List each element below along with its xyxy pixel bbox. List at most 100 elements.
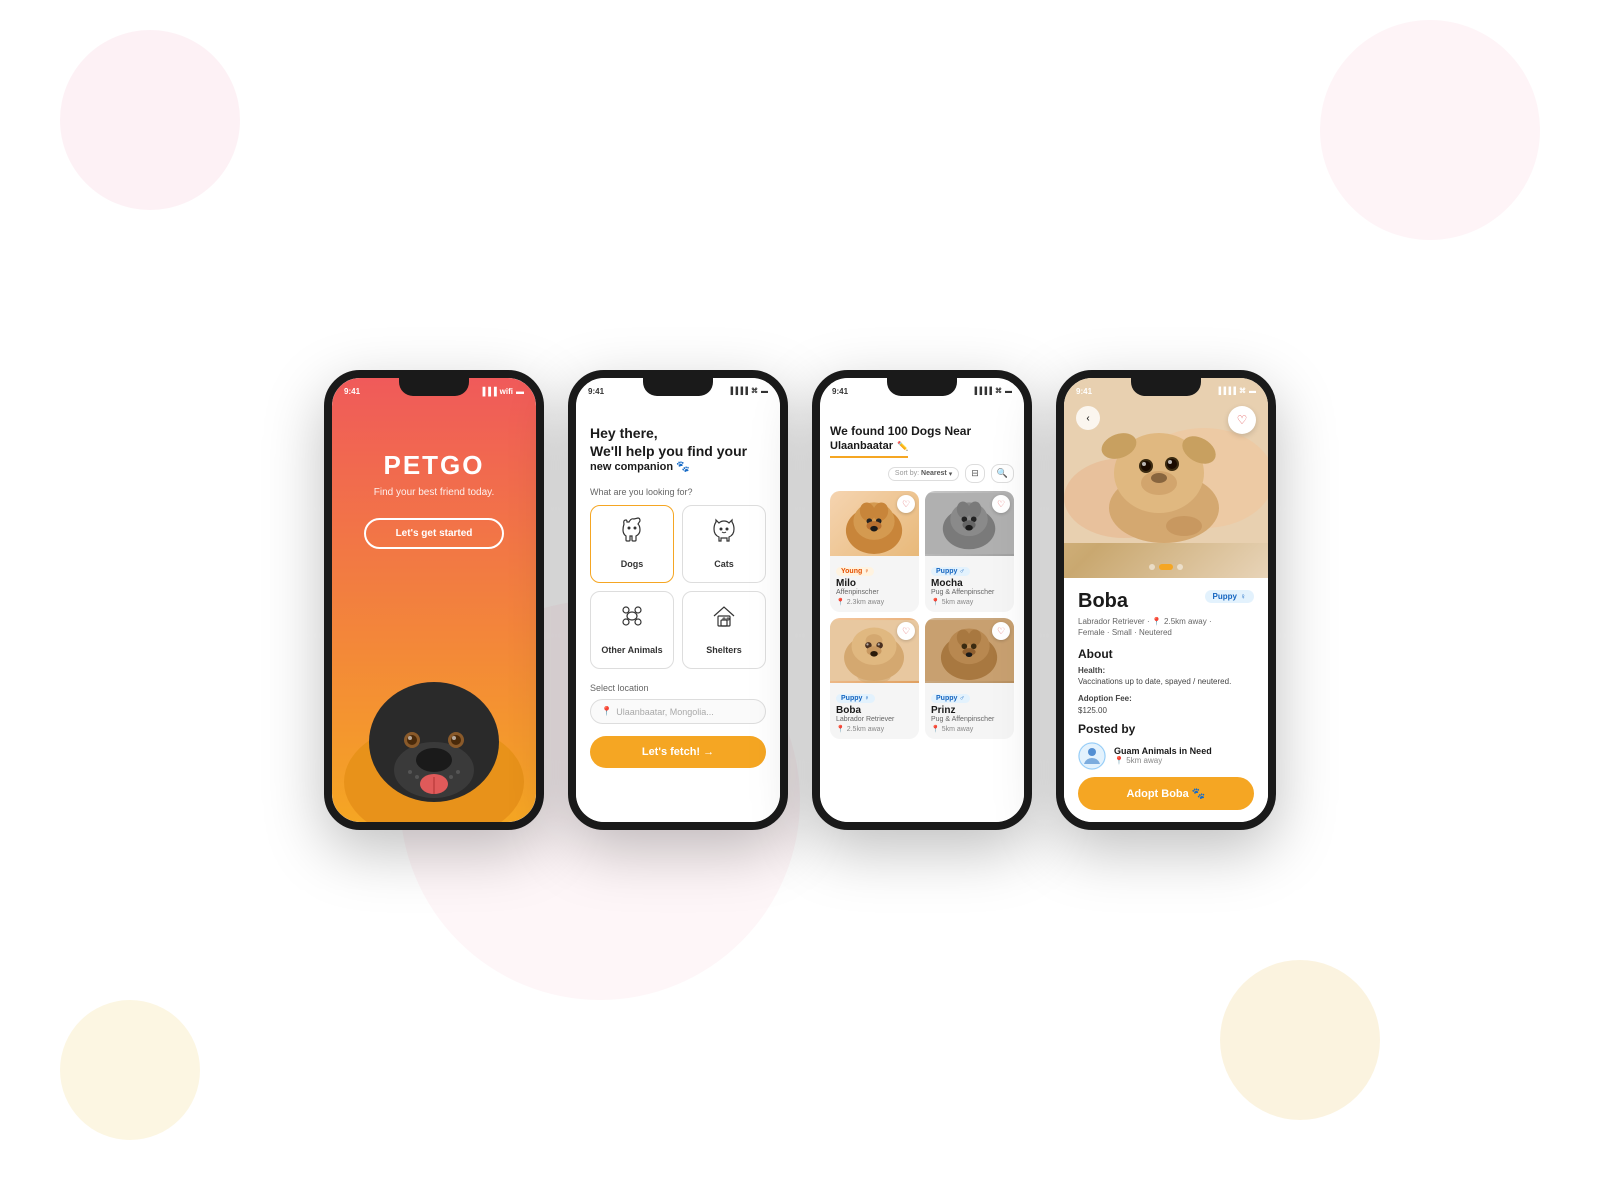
phone-listings: 9:41 ▐▐▐▐ ⌘ ▬ We found 100 Dogs Near Ula… [812,370,1032,830]
adopt-button[interactable]: Adopt Boba 🐾 [1078,777,1254,810]
bg-circle-5 [60,1000,200,1140]
notch-3 [887,378,957,396]
dogs-icon [599,516,665,550]
battery-icon-2: ▬ [761,388,768,395]
dot-2 [1159,564,1173,570]
health-info: Health: Vaccinations up to date, spayed … [1078,665,1254,687]
shelter-avatar [1078,742,1106,770]
search-headline-1: Hey there, [590,424,766,442]
pet-breed-boba: Labrador Retriever [836,716,913,723]
pet-detail-meta1: Labrador Retriever · 📍 2.5km away · [1078,617,1254,626]
pet-info-prinz: Puppy ♂ Prinz Pug & Affenpinscher 📍 5km … [925,683,1014,739]
location-label: Select location [590,683,766,693]
pet-detail-name: Boba [1078,590,1128,613]
pet-card-prinz[interactable]: ♡ Puppy ♂ Prinz Pug & Affenpinscher 📍 5k… [925,618,1014,739]
battery-icon-1: ▬ [516,387,524,396]
pet-dist-milo: 📍 2.3km away [836,598,913,606]
pet-detail-badge: Puppy ♀ [1205,590,1254,603]
edit-icon[interactable]: ✏️ [897,441,908,452]
bg-circle-1 [60,30,240,210]
notch-1 [399,378,469,396]
wifi-icon-3: ⌘ [995,387,1002,395]
pin-icon-boba: 📍 [836,725,845,733]
listings-content: We found 100 Dogs Near Ulaanbaatar ✏️ So… [820,400,1024,747]
pin-icon-detail: 📍 [1152,617,1162,626]
search-headline-2: We'll help you find your [590,442,766,460]
shelter-name: Guam Animals in Need [1114,746,1212,756]
cats-icon [691,516,757,550]
badge-boba: Puppy ♀ [836,694,875,703]
shelters-label: Shelters [706,645,742,655]
status-icons-1: ▐▐▐ wifi ▬ [480,387,524,396]
pin-icon-shelter: 📍 [1114,756,1124,765]
pet-card-mocha[interactable]: ♡ Puppy ♂ Mocha Pug & Affenpinscher 📍 5k… [925,491,1014,612]
heart-boba[interactable]: ♡ [897,622,915,640]
location-input[interactable]: 📍 Ulaanbaatar, Mongolia... [590,699,766,724]
wifi-icon-1: wifi [500,387,513,396]
search-question: What are you looking for? [590,487,766,497]
dog-silhouette [332,622,536,822]
dot-1 [1149,564,1155,570]
about-title: About [1078,647,1254,661]
listings-headline: We found 100 Dogs Near [830,424,1014,438]
heart-mocha[interactable]: ♡ [992,495,1010,513]
filter-button[interactable]: ⊟ [965,464,985,483]
signal-icon-1: ▐▐▐ [480,387,497,396]
category-other[interactable]: Other Animals [590,591,674,669]
get-started-button[interactable]: Let's get started [364,518,504,549]
heart-prinz[interactable]: ♡ [992,622,1010,640]
fee-info: Adoption Fee: $125.00 [1078,693,1254,715]
image-dots [1149,564,1183,570]
battery-icon-4: ▬ [1249,388,1256,395]
signal-icon-2: ▐▐▐▐ [728,388,748,395]
pet-card-boba[interactable]: ♡ Puppy ♀ Boba Labrador Retriever 📍 2.5k… [830,618,919,739]
signal-icon-3: ▐▐▐▐ [972,388,992,395]
listings-location: Ulaanbaatar [830,440,893,452]
pet-info-boba: Puppy ♀ Boba Labrador Retriever 📍 2.5km … [830,683,919,739]
badge-prinz: Puppy ♂ [931,694,970,703]
pet-name-mocha: Mocha [931,578,1008,589]
badge-mocha: Puppy ♂ [931,567,970,576]
location-placeholder-text: Ulaanbaatar, Mongolia... [616,707,714,717]
signal-icon-4: ▐▐▐▐ [1216,388,1236,395]
pet-card-milo[interactable]: ♡ Young ♀ Milo Affenpinscher 📍 2.3km awa… [830,491,919,612]
wifi-icon-4: ⌘ [1239,387,1246,395]
dogs-label: Dogs [621,559,644,569]
chevron-down-icon: ▾ [949,470,953,478]
hero-image: 9:41 ▐▐▐▐ ⌘ ▬ [1064,378,1268,578]
category-dogs[interactable]: Dogs [590,505,674,583]
fetch-button[interactable]: Let's fetch! → [590,736,766,768]
notch-2 [643,378,713,396]
search-button[interactable]: 🔍 [991,464,1014,483]
pet-name-prinz: Prinz [931,705,1008,716]
location-pin-icon: 📍 [601,706,612,717]
dot-3 [1177,564,1183,570]
back-button[interactable]: ‹ [1076,406,1100,430]
location-row: Ulaanbaatar ✏️ [830,440,908,458]
pet-dist-mocha: 📍 5km away [931,598,1008,606]
pet-header-row: Boba Puppy ♀ [1078,590,1254,613]
sort-pill[interactable]: Sort by: Nearest ▾ [888,467,959,481]
pet-breed-mocha: Pug & Affenpinscher [931,589,1008,596]
splash-title-area: PETGO Find your best friend today. Let's… [332,450,536,549]
pet-info-milo: Young ♀ Milo Affenpinscher 📍 2.3km away [830,556,919,612]
sort-row: Sort by: Nearest ▾ ⊟ 🔍 [830,464,1014,483]
phone-splash: 9:41 ▐▐▐ wifi ▬ PETGO Find your best fri… [324,370,544,830]
favorite-button[interactable]: ♡ [1228,406,1256,434]
pet-dist-prinz: 📍 5km away [931,725,1008,733]
badge-milo: Young ♀ [836,567,874,576]
category-cats[interactable]: Cats [682,505,766,583]
posted-by-row: Guam Animals in Need 📍 5km away [1078,742,1254,770]
pet-name-milo: Milo [836,578,913,589]
status-icons-2: ▐▐▐▐ ⌘ ▬ [728,387,768,395]
category-shelters[interactable]: Shelters [682,591,766,669]
pet-breed-milo: Affenpinscher [836,589,913,596]
posted-by-title: Posted by [1078,722,1254,736]
heart-milo[interactable]: ♡ [897,495,915,513]
shelter-info: Guam Animals in Need 📍 5km away [1114,746,1212,765]
search-headline-3: new companion 🐾 [590,460,766,473]
search-content: Hey there, We'll help you find your new … [576,400,780,780]
pet-grid: ♡ Young ♀ Milo Affenpinscher 📍 2.3km awa… [830,491,1014,739]
notch-4 [1131,378,1201,396]
time-4: 9:41 [1076,387,1092,396]
